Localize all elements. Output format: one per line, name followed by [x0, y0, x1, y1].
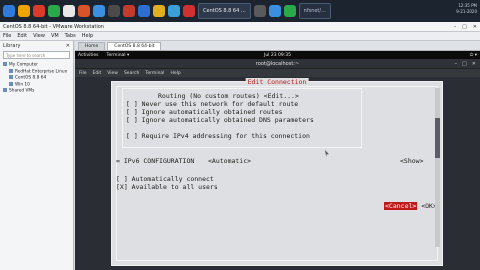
term-menu-terminal[interactable]: Terminal — [145, 71, 164, 76]
checkbox-ignore-dns[interactable]: [ ] Ignore automatically obtained DNS pa… — [126, 116, 314, 124]
close-icon[interactable]: ✕ — [472, 61, 476, 67]
checkbox-require-ipv4[interactable]: [ ] Require IPv4 addressing for this con… — [126, 132, 310, 140]
library-panel: Library ✕ Type here to search My Compute… — [0, 41, 74, 270]
app-menu[interactable]: Terminal ▾ — [107, 53, 130, 58]
close-icon[interactable]: ✕ — [473, 24, 477, 30]
close-library-icon[interactable]: ✕ — [66, 43, 70, 49]
minimize-icon[interactable]: – — [455, 61, 458, 67]
maximize-icon[interactable]: □ — [462, 61, 467, 67]
vm-icon — [9, 81, 13, 86]
taskbar-app-icon[interactable] — [153, 5, 165, 17]
cancel-button[interactable]: <Cancel> — [384, 202, 418, 210]
term-menu-view[interactable]: View — [107, 71, 118, 76]
dialog-title: Edit Connection — [245, 78, 309, 86]
taskbar-app-icon[interactable] — [123, 5, 135, 17]
taskbar-app-icon[interactable] — [168, 5, 180, 17]
tab-home[interactable]: Home — [78, 42, 106, 50]
tree-item[interactable]: Shared VMs — [3, 88, 70, 95]
activities-button[interactable]: Activities — [78, 53, 99, 58]
taskbar-app-icon[interactable] — [48, 5, 60, 17]
taskbar-task-vmware[interactable]: CentOS 8.8 64 ... — [198, 3, 251, 19]
tab-centos[interactable]: CentOS 8.8 64-bit — [107, 42, 162, 50]
taskbar-app-icon[interactable] — [93, 5, 105, 17]
term-menu-edit[interactable]: Edit — [93, 71, 102, 76]
system-menu-icon[interactable]: ⏻ ▾ — [470, 52, 477, 58]
taskbar-app-icon[interactable] — [33, 5, 45, 17]
menu-file[interactable]: File — [3, 33, 11, 39]
vmware-titlebar: CentOS 8.8 64-bit - VMware Workstation –… — [0, 22, 480, 32]
checkbox-auto-connect[interactable]: [ ] Automatically connect — [116, 175, 214, 183]
taskbar-app-icon[interactable] — [183, 5, 195, 17]
tree-item-label: Win 10 — [15, 82, 30, 87]
tree-item-label: My Computer — [9, 62, 38, 68]
menu-vm[interactable]: VM — [51, 33, 59, 39]
checkbox-never-default-route[interactable]: [ ] Never use this network for default r… — [126, 100, 298, 108]
taskbar-app-icon[interactable] — [63, 5, 75, 17]
menu-tabs[interactable]: Tabs — [65, 33, 76, 39]
ipv6-config-label: = IPv6 CONFIGURATION — [116, 157, 195, 165]
taskbar-app-icon[interactable] — [253, 5, 266, 17]
vmware-menubar: File Edit View VM Tabs Help — [0, 32, 480, 41]
taskbar-app-icon[interactable] — [138, 5, 150, 17]
shared-vms-icon — [3, 88, 7, 92]
gnome-clock[interactable]: Jul 23 09:35 — [264, 53, 291, 58]
taskbar-app-icon[interactable] — [78, 5, 90, 17]
library-search-placeholder: Type here to search — [6, 52, 46, 58]
terminal-menubar: File Edit View Search Terminal Help — [75, 69, 480, 77]
library-tree: My Computer RedHat Enterprise Linux Cent… — [0, 60, 73, 97]
term-menu-help[interactable]: Help — [170, 71, 180, 76]
tree-item-label: RedHat Enterprise Linux — [15, 69, 68, 74]
taskbar-app-icon[interactable] — [18, 5, 30, 17]
tree-item-label: CentOS 8.8 64 — [15, 75, 47, 81]
host-clock[interactable]: 12:35 PM 9-21-2020 — [451, 3, 477, 15]
computer-icon — [3, 62, 7, 66]
term-menu-search[interactable]: Search — [124, 71, 139, 76]
windows-start-icon[interactable] — [3, 5, 15, 17]
vm-icon — [9, 68, 13, 73]
ipv6-show-button[interactable]: <Show> — [400, 157, 423, 165]
minimize-icon[interactable]: – — [454, 24, 457, 30]
menu-edit[interactable]: Edit — [17, 33, 27, 39]
scrollbar-thumb[interactable] — [435, 118, 440, 158]
terminal-titlebar: root@localhost:~ – □ ✕ — [75, 59, 480, 69]
host-taskbar: CentOS 8.8 64 ... nfsnet/... 12:35 PM 9-… — [0, 0, 480, 22]
library-search-input[interactable]: Type here to search — [3, 51, 70, 59]
terminal-title: root@localhost:~ — [255, 60, 300, 67]
nmtui-screen: Edit Connection Routing (No custom route… — [75, 77, 480, 270]
gnome-topbar: Activities Terminal ▾ Jul 23 09:35 ⏻ ▾ — [75, 51, 480, 59]
taskbar-task-secondary[interactable]: nfsnet/... — [298, 3, 331, 19]
taskbar-app-icon[interactable] — [108, 5, 120, 17]
library-header: Library — [3, 42, 21, 49]
routing-edit-button[interactable]: Routing (No custom routes) <Edit...> — [158, 92, 299, 100]
menu-help[interactable]: Help — [82, 33, 93, 39]
host-clock-date: 9-21-2020 — [456, 9, 477, 14]
vmware-window: CentOS 8.8 64-bit - VMware Workstation –… — [0, 22, 480, 270]
tree-item-label: Shared VMs — [9, 88, 35, 94]
menu-view[interactable]: View — [33, 33, 45, 39]
checkbox-available-all-users[interactable]: [X] Available to all users — [116, 183, 218, 191]
edit-connection-dialog: Edit Connection Routing (No custom route… — [111, 78, 443, 266]
maximize-icon[interactable]: □ — [462, 24, 467, 30]
vm-icon — [9, 75, 13, 79]
terminal-window: root@localhost:~ – □ ✕ File Edit View Se… — [75, 59, 480, 270]
vm-console[interactable]: Home CentOS 8.8 64-bit Activities Termin… — [75, 41, 480, 270]
vm-tabbar: Home CentOS 8.8 64-bit — [75, 41, 480, 51]
ipv6-method-select[interactable]: <Automatic> — [208, 157, 251, 165]
taskbar-app-icon[interactable] — [268, 5, 281, 17]
dialog-scrollbar[interactable] — [435, 88, 440, 247]
term-menu-file[interactable]: File — [79, 71, 87, 76]
taskbar-app-icon[interactable] — [283, 5, 296, 17]
checkbox-ignore-routes[interactable]: [ ] Ignore automatically obtained routes — [126, 108, 283, 116]
window-title: CentOS 8.8 64-bit - VMware Workstation — [3, 23, 104, 30]
